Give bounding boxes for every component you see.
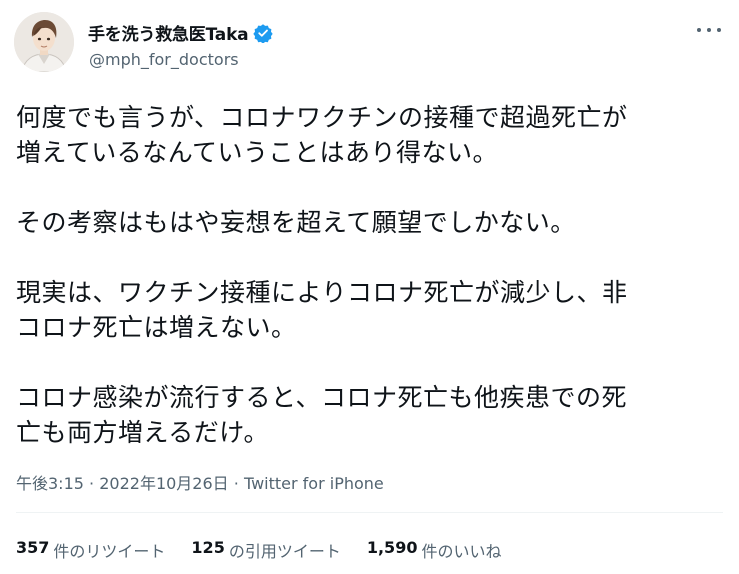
divider (16, 512, 723, 513)
tweet-text: 何度でも言うが、コロナワクチンの接種で超過死亡が 増えているなんていうことはあり… (16, 100, 726, 450)
tweet-source[interactable]: Twitter for iPhone (244, 474, 384, 493)
avatar[interactable] (14, 12, 74, 72)
display-name[interactable]: 手を洗う救急医Taka (88, 20, 249, 45)
author-name-row: 手を洗う救急医Taka (88, 20, 274, 45)
likes-count: 1,590 (366, 538, 418, 557)
tweet-paragraph: その考察はもはや妄想を超えて願望でしかない。 (16, 208, 576, 237)
retweets-stat[interactable]: 357 件のリツイート (16, 538, 165, 562)
retweets-label: 件のリツイート (53, 542, 166, 561)
quote-tweets-stat[interactable]: 125 の引用ツイート (191, 538, 340, 562)
verified-badge-icon (253, 23, 274, 44)
tweet-stats: 357 件のリツイート 125 の引用ツイート 1,590 件のいいね (16, 538, 501, 562)
likes-stat[interactable]: 1,590 件のいいね (367, 538, 502, 562)
quote-tweets-label: の引用ツイート (228, 542, 341, 561)
likes-label: 件のいいね (421, 542, 502, 561)
tweet-date[interactable]: 2022年10月26日 (99, 474, 228, 493)
more-dot (717, 28, 721, 32)
tweet-paragraph: 現実は、ワクチン接種によりコロナ死亡が減少し、非 コロナ死亡は増えない。 (16, 278, 628, 342)
meta-separator: · (89, 474, 95, 493)
quote-tweets-count: 125 (191, 538, 225, 557)
tweet-paragraph: 何度でも言うが、コロナワクチンの接種で超過死亡が 増えているなんていうことはあり… (16, 103, 628, 167)
tweet-paragraph: コロナ感染が流行すると、コロナ死亡も他疾患での死 亡も両方増えるだけ。 (16, 383, 628, 447)
retweets-count: 357 (16, 538, 50, 557)
more-dot (697, 28, 701, 32)
tweet-meta: 午後3:15 · 2022年10月26日 · Twitter for iPhon… (16, 470, 384, 494)
more-options-icon[interactable] (697, 22, 721, 38)
more-dot (707, 28, 711, 32)
author-handle[interactable]: @mph_for_doctors (89, 50, 239, 69)
tweet: 手を洗う救急医Taka @mph_for_doctors 何度でも言うが、コロナ… (0, 0, 739, 574)
tweet-time[interactable]: 午後3:15 (16, 474, 84, 493)
meta-separator: · (233, 474, 239, 493)
